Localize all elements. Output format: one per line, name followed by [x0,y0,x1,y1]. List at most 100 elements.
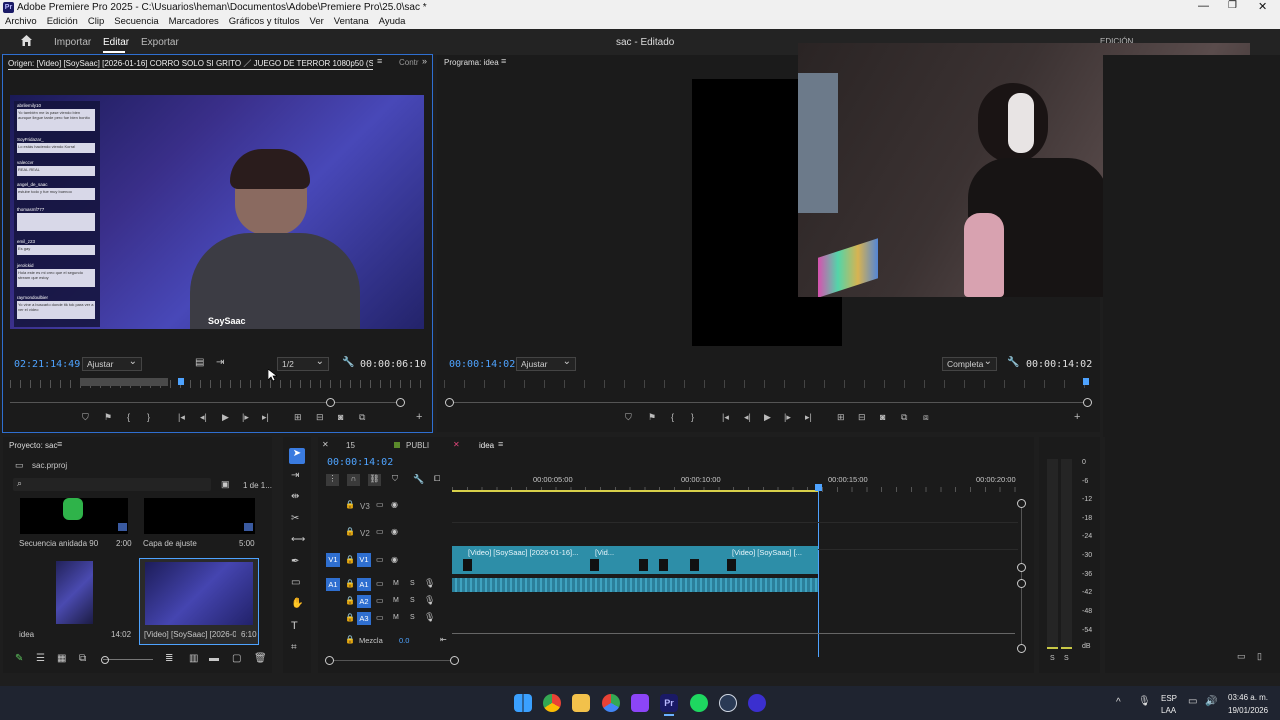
timeline-tab-idea[interactable]: idea [479,441,494,450]
mix-lock-icon[interactable]: 🔒 [345,635,355,644]
snap-icon[interactable]: ∩ [347,474,360,486]
wrench-icon[interactable]: 🔧 [342,357,354,368]
new-bin-icon[interactable]: ▬ [209,653,219,664]
button-editor-icon[interactable]: ⧉ [359,412,365,423]
program-go-out-icon[interactable]: ▸| [805,412,812,423]
home-icon[interactable] [20,34,33,49]
video-clip[interactable]: [Video] [SoySaac] [... [732,548,812,558]
source-tab-label[interactable]: Origen: [Video] [SoySaac] [2026-01-16] C… [8,58,373,69]
folder-icon[interactable]: ▭ [1237,651,1246,662]
insert-edit-icon[interactable]: ⇥ [216,357,224,368]
network-icon[interactable]: ▭ [1188,696,1197,707]
insert-icon[interactable]: ⊞ [294,412,302,423]
timeline-playhead-head[interactable] [815,484,822,491]
timeline-menu-icon[interactable]: ≡ [498,439,503,449]
idea-close-icon[interactable]: ✕ [453,440,460,449]
work-area-bar[interactable] [452,490,818,492]
project-item-thumb[interactable] [56,561,93,624]
program-playhead[interactable] [1083,378,1089,385]
menu-edicion[interactable]: Edición [42,15,83,29]
sort-icon[interactable]: ≣ [165,653,173,664]
a2-lock-icon[interactable]: 🔒 [345,596,355,605]
go-to-in-icon[interactable]: |◂ [178,412,185,423]
a3-sync-icon[interactable]: ▭ [376,613,384,622]
trash-icon[interactable]: 🗑 [254,653,267,664]
program-fit-dropdown[interactable]: Ajustar [516,356,576,371]
program-button-editor-icon[interactable]: ⧈ [923,412,929,423]
project-search-input[interactable] [13,478,211,491]
menu-secuencia[interactable]: Secuencia [109,15,163,29]
go-to-out-icon[interactable]: ▸| [262,412,269,423]
program-lift-clip-icon[interactable]: ⊞ [837,412,845,423]
trash-small-icon[interactable]: ▯ [1257,651,1262,662]
pencil-icon[interactable]: ✎ [15,653,23,664]
caption-icon[interactable]: ⌗ [291,642,297,653]
mix-value[interactable]: 0.0 [399,636,409,645]
tray-chevron-icon[interactable]: ^ [1116,697,1121,708]
new-item-icon[interactable]: ▢ [232,653,241,664]
v1-sync-icon[interactable]: ▭ [376,555,384,564]
meter-solo-right[interactable]: S [1064,655,1069,662]
hand-icon[interactable]: ✋ [291,598,303,609]
settings-icon[interactable]: ▤ [195,357,204,368]
timeline-tab-publi[interactable]: PUBLI [406,441,429,450]
menu-clip[interactable]: Clip [83,15,109,29]
tray-mic-icon[interactable]: 🎙 [1138,696,1151,707]
timeline-settings-icon[interactable]: 🔧 [413,474,424,485]
timeline-vertical-scroll[interactable] [1021,503,1022,647]
program-tab-label[interactable]: Programa: idea [444,58,499,67]
overwrite-icon[interactable]: ⊟ [316,412,324,423]
menu-ventana[interactable]: Ventana [329,15,374,29]
video-scroll-top[interactable] [1017,499,1026,508]
step-back-icon[interactable]: ◂| [200,412,207,423]
windows-start-icon[interactable] [514,694,532,712]
audio-clip[interactable] [452,578,818,592]
camera-icon[interactable]: ◙ [338,412,343,422]
clock-date[interactable]: 19/01/2026 [1228,706,1268,715]
rectangle-icon[interactable]: ▭ [291,577,300,588]
project-item-selected[interactable]: [Video] [SoySaac] [2026-01... 6:10 [139,558,259,645]
source-zoom-handle-left[interactable] [326,398,335,407]
track-a1[interactable]: A1 [357,578,371,591]
source-in-out-range[interactable] [80,378,168,386]
source-timecode[interactable]: 02:21:14:49 [14,359,80,370]
a1-sync-icon[interactable]: ▭ [376,579,384,588]
mark-in-icon[interactable]: ⚑ [104,412,112,423]
program-camera-icon[interactable]: ◙ [880,412,885,422]
program-wrench-icon[interactable]: 🔧 [1007,357,1019,368]
a3-solo[interactable]: S [410,614,415,621]
linked-selection-icon[interactable]: ⛓ [368,474,381,486]
video-clip[interactable]: [Video] [SoySaac] [2026-01-16]... [468,548,586,558]
spotify-icon[interactable] [690,694,708,712]
play-icon[interactable]: ▶ [222,412,229,423]
source-patch-v1[interactable]: V1 [326,553,340,567]
razor-icon[interactable]: ✂ [291,513,299,524]
obs-icon[interactable] [748,694,766,712]
video-scroll-bottom[interactable] [1017,563,1026,572]
timeline-horizontal-scroll[interactable] [330,660,454,661]
program-step-forward-icon[interactable]: |▸ [784,412,791,423]
v3-lock-icon[interactable]: 🔒 [345,500,355,509]
v1-lock-icon[interactable]: 🔒 [345,555,355,564]
tab-editar[interactable]: Editar [103,37,129,48]
mark-in-bracket-icon[interactable]: { [127,412,130,422]
menu-ayuda[interactable]: Ayuda [374,15,411,29]
captions-icon[interactable]: ⧠ [434,474,440,484]
menu-marcadores[interactable]: Marcadores [164,15,224,29]
a2-sync-icon[interactable]: ▭ [376,596,384,605]
minimize-icon[interactable]: — [1198,0,1209,12]
timeline-scroll-right[interactable] [450,656,459,665]
audio-scroll-bottom[interactable] [1017,644,1026,653]
menu-archivo[interactable]: Archivo [0,15,42,29]
a3-mute[interactable]: M [393,614,399,621]
timeline-tab-15[interactable]: 15 [346,441,355,450]
tab-importar[interactable]: Importar [54,37,91,48]
v2-eye-icon[interactable]: ◉ [391,527,398,536]
v1-eye-icon[interactable]: ◉ [391,555,398,564]
maximize-icon[interactable]: ❐ [1228,0,1237,11]
track-select-icon[interactable]: ⇥ [291,470,299,481]
effect-controls-tab[interactable]: Contr [399,58,419,67]
source-time-ruler[interactable] [10,380,424,388]
timeline-marker-icon[interactable]: ⛉ [392,474,398,484]
new-bin-from-search-icon[interactable]: ▣ [221,479,230,490]
